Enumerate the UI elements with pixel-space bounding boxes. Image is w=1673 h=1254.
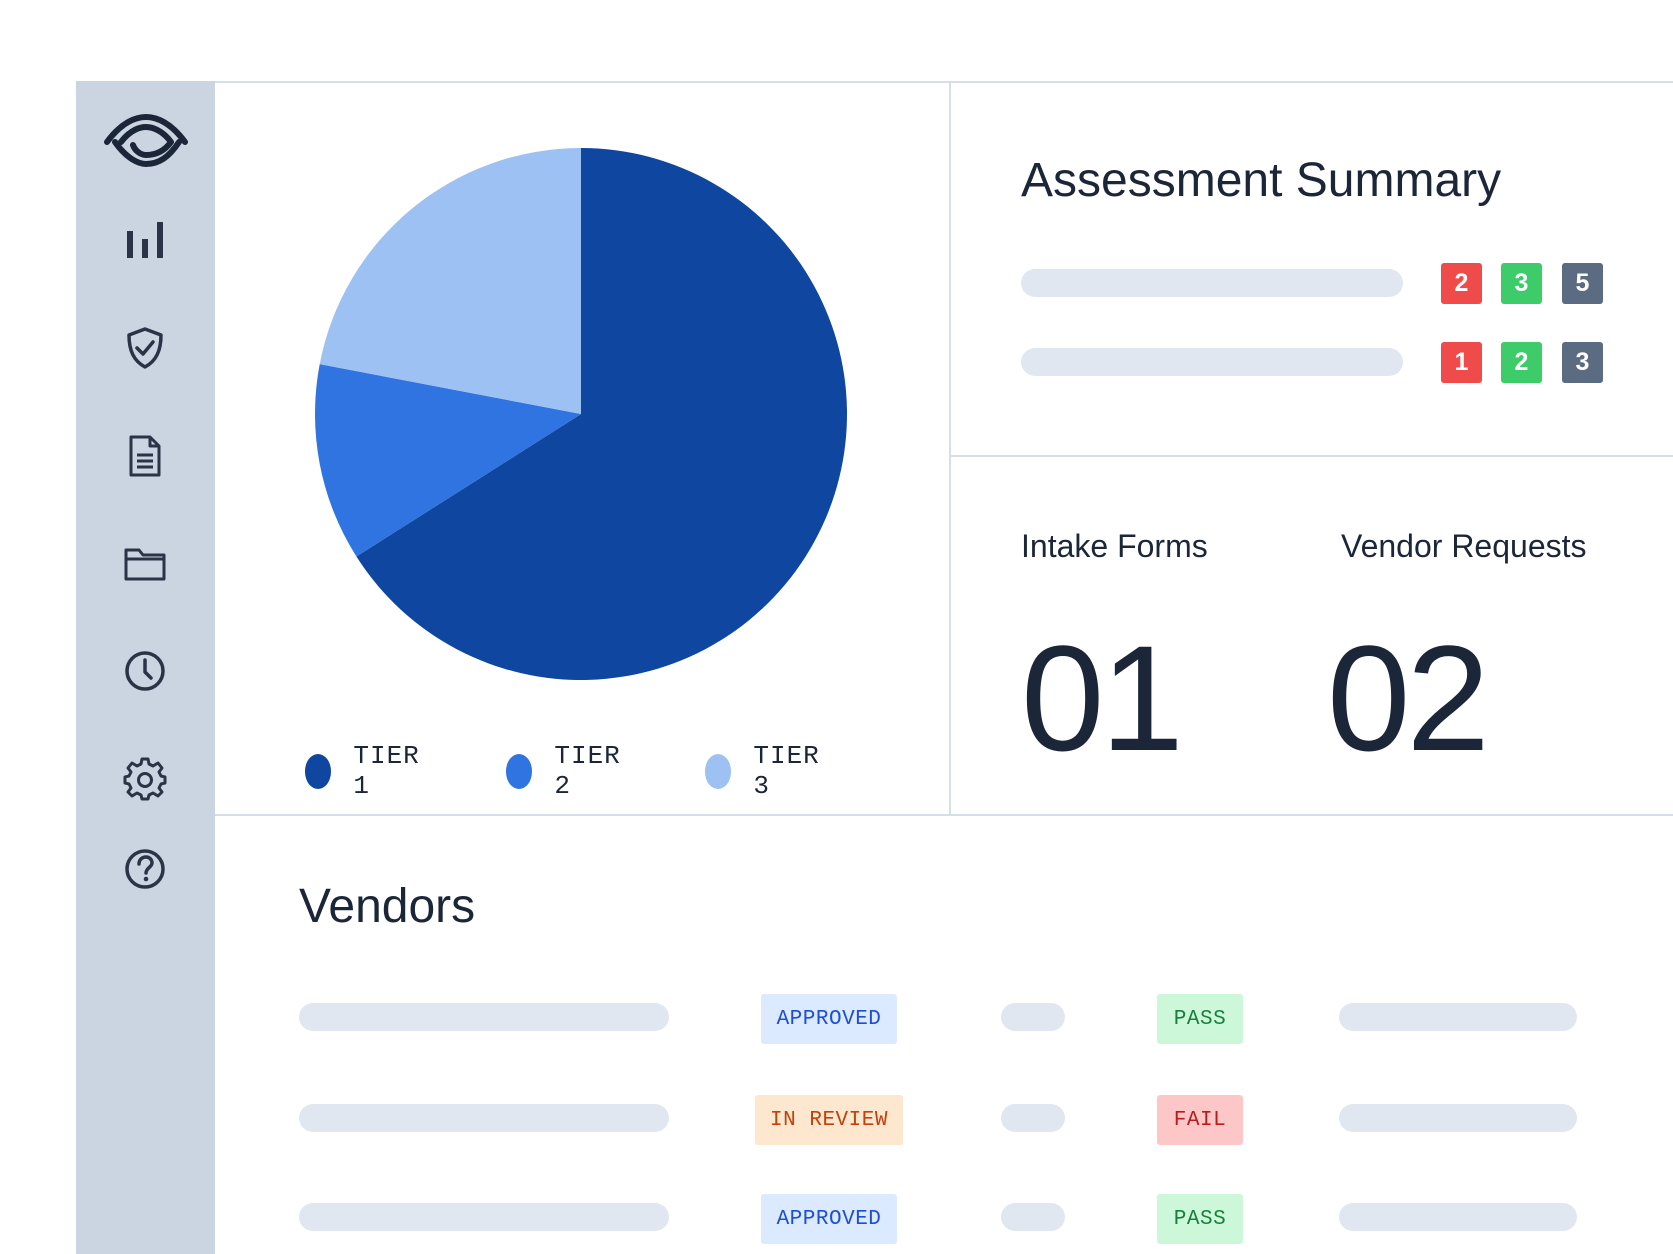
vendor-meta-placeholder (1001, 1203, 1065, 1231)
result-badge: FAIL (1157, 1095, 1243, 1145)
bar-chart-icon[interactable] (117, 212, 173, 268)
vendor-name-placeholder (299, 1203, 669, 1231)
clock-icon[interactable] (117, 643, 173, 699)
divider (215, 814, 1673, 816)
passed-count-badge[interactable]: 2 (1501, 342, 1542, 383)
result-badge: PASS (1157, 1194, 1243, 1244)
legend-item-tier-3: TIER 3 (705, 741, 828, 801)
status-badge: APPROVED (761, 1194, 897, 1244)
vendor-requests-label: Vendor Requests (1341, 528, 1587, 564)
folder-icon[interactable] (117, 536, 173, 592)
vendor-detail-placeholder (1339, 1003, 1577, 1031)
gear-icon[interactable] (117, 751, 173, 807)
vendor-meta-placeholder (1001, 1003, 1065, 1031)
assessment-row-placeholder (1021, 269, 1403, 297)
assessment-summary-title: Assessment Summary (1021, 154, 1502, 207)
app-frame: TIER 1 TIER 2 TIER 3 Assessment Summary … (76, 81, 1673, 1254)
shield-check-icon[interactable] (117, 320, 173, 376)
vendors-title: Vendors (299, 880, 476, 933)
eye-logo-icon[interactable] (101, 109, 191, 169)
legend-swatch (506, 753, 533, 789)
legend-swatch (305, 753, 332, 789)
total-count-badge[interactable]: 3 (1562, 342, 1603, 383)
legend-label: TIER 2 (554, 741, 621, 801)
sidebar (76, 81, 215, 1254)
tier-pie-chart (315, 148, 847, 680)
result-badge: PASS (1157, 994, 1243, 1044)
total-count-badge[interactable]: 5 (1562, 263, 1603, 304)
vendor-name-placeholder (299, 1104, 669, 1132)
main-panel: TIER 1 TIER 2 TIER 3 Assessment Summary … (215, 81, 1673, 1254)
vendor-meta-placeholder (1001, 1104, 1065, 1132)
vendor-name-placeholder (299, 1003, 669, 1031)
document-icon[interactable] (117, 428, 173, 484)
help-icon[interactable] (117, 841, 173, 897)
divider (950, 455, 1673, 457)
assessment-row-placeholder (1021, 348, 1403, 376)
legend-label: TIER 1 (353, 741, 420, 801)
status-badge: IN REVIEW (755, 1095, 903, 1145)
vendor-detail-placeholder (1339, 1203, 1577, 1231)
divider (949, 83, 951, 816)
vendor-requests-count[interactable]: 02 (1327, 623, 1490, 773)
passed-count-badge[interactable]: 3 (1501, 263, 1542, 304)
intake-forms-label: Intake Forms (1021, 528, 1208, 564)
legend-item-tier-2: TIER 2 (506, 741, 629, 801)
legend-label: TIER 3 (753, 741, 820, 801)
critical-count-badge[interactable]: 2 (1441, 263, 1482, 304)
legend-swatch (705, 753, 732, 789)
vendor-detail-placeholder (1339, 1104, 1577, 1132)
status-badge: APPROVED (761, 994, 897, 1044)
legend-item-tier-1: TIER 1 (305, 741, 428, 801)
critical-count-badge[interactable]: 1 (1441, 342, 1482, 383)
intake-forms-count[interactable]: 01 (1021, 623, 1184, 773)
